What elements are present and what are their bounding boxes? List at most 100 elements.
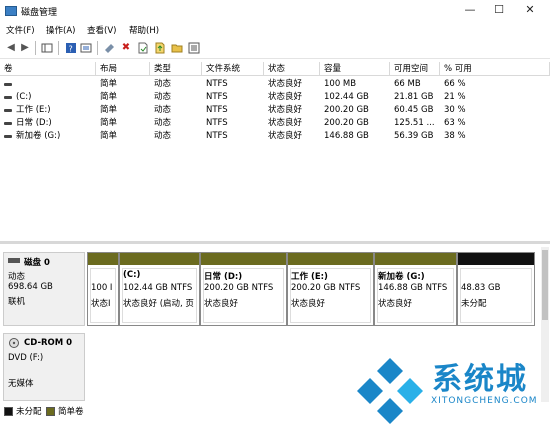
partition-bar xyxy=(120,253,199,265)
column-header-layout[interactable]: 布局 xyxy=(96,62,150,76)
cdrom-0-label[interactable]: CD-ROM 0 DVD (F:) 无媒体 xyxy=(3,333,85,401)
disk-0-label[interactable]: 磁盘 0 动态 698.64 GB 联机 xyxy=(3,252,85,326)
cell-free-space: 60.45 GB xyxy=(394,105,434,115)
partition-status: 状态良好 xyxy=(291,299,326,309)
table-row[interactable]: 新加卷 (G:) 简单 动态 NTFS 状态良好 146.88 GB 56.39… xyxy=(0,130,550,143)
partition-e[interactable]: 工作 (E:) 200.20 GB NTFS 状态良好 xyxy=(287,252,374,326)
cell-filesystem: NTFS xyxy=(206,118,228,128)
cell-type: 动态 xyxy=(154,131,172,141)
table-row[interactable]: 工作 (E:) 简单 动态 NTFS 状态良好 200.20 GB 60.45 … xyxy=(0,104,550,117)
legend-label-unallocated: 未分配 xyxy=(16,407,42,417)
cell-filesystem: NTFS xyxy=(206,105,228,115)
close-button[interactable]: ✕ xyxy=(522,3,538,17)
export-icon[interactable] xyxy=(154,42,166,54)
cell-filesystem: NTFS xyxy=(206,92,228,102)
column-header-status[interactable]: 状态 xyxy=(264,62,320,76)
watermark-logo-icon xyxy=(357,358,423,424)
minimize-button[interactable]: — xyxy=(462,3,478,17)
partition-size: 102.44 GB NTFS xyxy=(123,283,193,293)
cdrom-icon xyxy=(8,338,20,351)
cell-volume: 工作 (E:) xyxy=(16,105,51,115)
partition-size: 200.20 GB NTFS xyxy=(291,283,361,293)
pane-splitter[interactable] xyxy=(0,241,550,244)
cell-percent-free: 63 % xyxy=(444,118,466,128)
forward-icon[interactable]: ▶ xyxy=(19,42,31,54)
partition-system-reserved[interactable]: 100 I 状态I xyxy=(87,252,119,326)
cell-status: 状态良好 xyxy=(268,118,303,128)
volume-icon xyxy=(4,109,12,112)
partition-d[interactable]: 日常 (D:) 200.20 GB NTFS 状态良好 xyxy=(200,252,287,326)
partition-bar xyxy=(88,253,118,265)
cell-free-space: 56.39 GB xyxy=(394,131,434,141)
disk-management-icon xyxy=(5,6,17,16)
cell-free-space: 125.51 ... xyxy=(394,118,435,128)
column-header-filesystem[interactable]: 文件系统 xyxy=(202,62,264,76)
menu-help[interactable]: 帮助(H) xyxy=(129,24,159,36)
volume-icon xyxy=(4,96,12,99)
partition-unallocated[interactable]: 48.83 GB 未分配 xyxy=(457,252,535,326)
volume-icon xyxy=(4,135,12,138)
cell-capacity: 146.88 GB xyxy=(324,131,369,141)
legend-swatch-unallocated xyxy=(4,407,13,416)
cell-layout: 简单 xyxy=(100,118,118,128)
menu-file[interactable]: 文件(F) xyxy=(6,24,35,36)
disk-type: 动态 xyxy=(8,272,26,282)
cell-layout: 简单 xyxy=(100,79,118,89)
partition-size: 48.83 GB xyxy=(461,283,501,293)
column-header-free-space[interactable]: 可用空间 xyxy=(390,62,440,76)
partition-title: 工作 (E:) xyxy=(291,272,328,282)
list-icon[interactable] xyxy=(188,42,200,54)
column-header-type[interactable]: 类型 xyxy=(150,62,202,76)
cell-capacity: 200.20 GB xyxy=(324,118,369,128)
svg-text:?: ? xyxy=(69,45,73,54)
cell-free-space: 21.81 GB xyxy=(394,92,434,102)
properties-icon[interactable] xyxy=(80,42,92,54)
partition-status: 状态良好 xyxy=(204,299,239,309)
partition-bar xyxy=(288,253,373,265)
cell-free-space: 66 MB xyxy=(394,79,421,89)
cell-status: 状态良好 xyxy=(268,131,303,141)
cell-volume: (C:) xyxy=(16,92,32,102)
volume-icon xyxy=(4,83,12,86)
document-icon[interactable] xyxy=(137,42,149,54)
partition-status: 状态良好 xyxy=(378,299,413,309)
partition-bar xyxy=(458,253,534,265)
maximize-button[interactable]: ☐ xyxy=(491,3,507,17)
column-header-percent-free[interactable]: % 可用 xyxy=(440,62,550,76)
partition-c[interactable]: (C:) 102.44 GB NTFS 状态良好 (启动, 页 xyxy=(119,252,200,326)
table-row[interactable]: (C:) 简单 动态 NTFS 状态良好 102.44 GB 21.81 GB … xyxy=(0,91,550,104)
menu-bar: 文件(F) 操作(A) 查看(V) 帮助(H) xyxy=(0,22,550,38)
folder-icon[interactable] xyxy=(171,42,183,54)
partition-size: 100 I xyxy=(91,283,113,293)
cell-status: 状态良好 xyxy=(268,92,303,102)
connect-icon[interactable] xyxy=(104,42,116,54)
partition-title: (C:) xyxy=(123,270,141,280)
cell-capacity: 102.44 GB xyxy=(324,92,369,102)
delete-icon[interactable]: ✖ xyxy=(120,42,132,54)
table-row[interactable]: 日常 (D:) 简单 动态 NTFS 状态良好 200.20 GB 125.51… xyxy=(0,117,550,130)
disk-name: 磁盘 0 xyxy=(24,258,50,268)
cdrom-drive: DVD (F:) xyxy=(8,353,44,363)
column-header-capacity[interactable]: 容量 xyxy=(320,62,390,76)
column-header-volume[interactable]: 卷 xyxy=(0,62,96,76)
title-bar: 磁盘管理 — ☐ ✕ xyxy=(0,0,550,22)
cell-volume: 日常 (D:) xyxy=(16,118,52,128)
partition-status: 未分配 xyxy=(461,299,487,309)
menu-action[interactable]: 操作(A) xyxy=(46,24,75,36)
volume-icon xyxy=(4,122,12,125)
console-tree-icon[interactable] xyxy=(41,42,53,54)
watermark-text: 系统城 xyxy=(432,362,528,397)
cdrom-name: CD-ROM 0 xyxy=(24,338,73,348)
cell-type: 动态 xyxy=(154,79,172,89)
table-row[interactable]: 简单 动态 NTFS 状态良好 100 MB 66 MB 66 % xyxy=(0,78,550,91)
partition-g[interactable]: 新加卷 (G:) 146.88 GB NTFS 状态良好 xyxy=(374,252,457,326)
help-icon[interactable]: ? xyxy=(65,42,77,54)
scrollbar-thumb[interactable] xyxy=(542,250,548,320)
cell-filesystem: NTFS xyxy=(206,79,228,89)
cell-layout: 简单 xyxy=(100,92,118,102)
partition-size: 200.20 GB NTFS xyxy=(204,283,274,293)
menu-view[interactable]: 查看(V) xyxy=(87,24,116,36)
cell-volume: 新加卷 (G:) xyxy=(16,131,61,141)
partition-size: 146.88 GB NTFS xyxy=(378,283,448,293)
back-icon[interactable]: ◀ xyxy=(5,42,17,54)
